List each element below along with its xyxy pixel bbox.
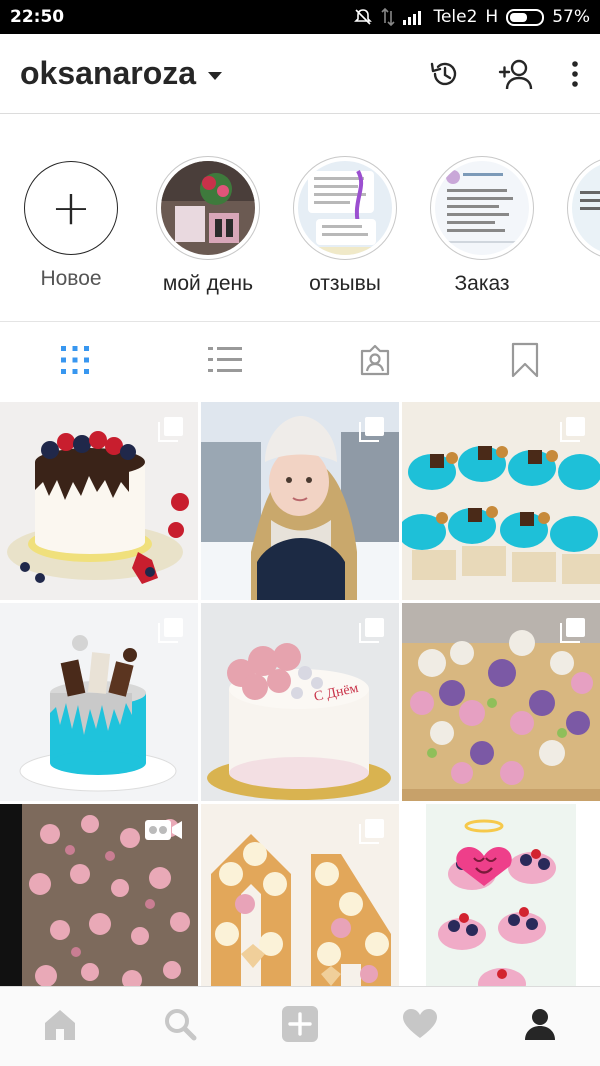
post-thumbnail[interactable] [402, 402, 600, 600]
grid-icon [60, 345, 90, 380]
nav-add-post[interactable] [240, 987, 360, 1066]
story-highlights: + Новое мой день отзывы Заказ [0, 114, 600, 322]
post-grid: С Днём [0, 402, 600, 986]
tab-saved[interactable] [450, 322, 600, 402]
profile-view-tabs [0, 322, 600, 402]
heart-icon [402, 1008, 438, 1045]
highlight-ring [293, 156, 397, 260]
home-icon [42, 1007, 78, 1046]
saved-icon [511, 342, 539, 383]
album-icon [158, 617, 184, 648]
profile-header: oksanaroza [0, 34, 600, 114]
highlight-ring [430, 156, 534, 260]
new-highlight-button[interactable]: + [24, 161, 118, 255]
battery-icon [506, 8, 545, 26]
profile-icon [523, 1007, 557, 1046]
data-transfer-icon [381, 7, 396, 27]
nav-home[interactable] [0, 987, 120, 1066]
highlight-thumbnail [161, 161, 255, 255]
mute-icon [353, 7, 373, 27]
highlight-label: Заказ [454, 272, 510, 295]
post-thumbnail[interactable] [0, 402, 198, 600]
highlight-my-day[interactable]: мой день [152, 156, 264, 296]
post-thumbnail[interactable] [402, 603, 600, 801]
more-vert-icon[interactable] [570, 59, 580, 89]
highlight-order[interactable]: Заказ [426, 156, 538, 296]
nav-activity[interactable] [360, 987, 480, 1066]
battery-percent: 57% [552, 7, 590, 27]
highlight-label: мой день [162, 272, 254, 295]
list-icon [208, 345, 242, 380]
highlight-label: ги [563, 272, 600, 296]
highlight-partial[interactable]: ги [563, 156, 600, 296]
post-thumbnail[interactable]: С Днём [201, 603, 399, 801]
account-switch-caret-icon[interactable] [208, 71, 223, 80]
highlight-thumbnail [435, 161, 529, 255]
header-actions [428, 57, 580, 91]
add-post-icon [281, 1005, 319, 1048]
highlight-thumbnail [298, 161, 392, 255]
status-time: 22:50 [10, 7, 65, 27]
tab-grid[interactable] [0, 322, 150, 402]
carrier-name: Tele2 [433, 7, 478, 27]
bottom-navigation [0, 986, 600, 1066]
highlight-ring [156, 156, 260, 260]
album-icon [359, 617, 385, 648]
username[interactable]: oksanaroza [20, 55, 196, 92]
video-icon [144, 818, 184, 847]
history-icon[interactable] [428, 57, 462, 91]
post-thumbnail[interactable] [201, 402, 399, 600]
status-bar: 22:50 Tele2 H 57% [0, 0, 600, 34]
network-type: H [485, 7, 499, 27]
search-icon [163, 1007, 197, 1046]
highlight-label: Новое [40, 267, 102, 290]
album-icon [560, 416, 586, 447]
highlight-label: отзывы [309, 272, 381, 295]
album-icon [158, 416, 184, 447]
tagged-icon [358, 343, 392, 382]
album-icon [560, 617, 586, 648]
nav-profile[interactable] [480, 987, 600, 1066]
nav-search[interactable] [120, 987, 240, 1066]
post-thumbnail[interactable] [0, 804, 198, 986]
tab-tagged[interactable] [300, 322, 450, 402]
highlight-reviews[interactable]: отзывы [289, 156, 401, 296]
album-icon [359, 818, 385, 849]
signal-icon [403, 9, 425, 25]
highlight-new[interactable]: + Новое [15, 156, 127, 291]
status-indicators: Tele2 H 57% [353, 7, 590, 27]
post-thumbnail[interactable] [402, 804, 600, 986]
post-thumbnail[interactable] [201, 804, 399, 986]
album-icon [359, 416, 385, 447]
highlight-thumbnail [572, 161, 600, 255]
highlight-ring [567, 156, 600, 260]
plus-icon: + [50, 180, 92, 236]
post-thumbnail[interactable] [0, 603, 198, 801]
add-person-icon[interactable] [496, 57, 536, 91]
tab-list[interactable] [150, 322, 300, 402]
